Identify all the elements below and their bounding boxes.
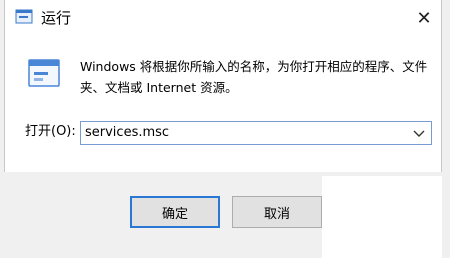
close-button[interactable]: ✕: [411, 6, 437, 30]
cancel-button[interactable]: 取消: [232, 196, 322, 228]
open-combobox[interactable]: [80, 121, 432, 145]
dialog-description: Windows 将根据你所输入的名称，为你打开相应的程序、文件夹、文档或 Int…: [80, 59, 428, 95]
run-app-icon: [15, 9, 33, 24]
footer-right-area: [322, 176, 442, 258]
title-bar[interactable]: 运行 ✕: [5, 0, 441, 36]
run-dialog-icon: [28, 59, 60, 87]
close-icon: ✕: [416, 7, 432, 29]
chevron-down-icon[interactable]: [411, 125, 427, 141]
cancel-button-label: 取消: [263, 206, 290, 222]
ok-button-label: 确定: [161, 206, 188, 222]
ok-button[interactable]: 确定: [130, 196, 220, 228]
window-title: 运行: [41, 9, 72, 27]
open-label: 打开(O):: [25, 124, 76, 139]
open-input[interactable]: [85, 122, 395, 144]
